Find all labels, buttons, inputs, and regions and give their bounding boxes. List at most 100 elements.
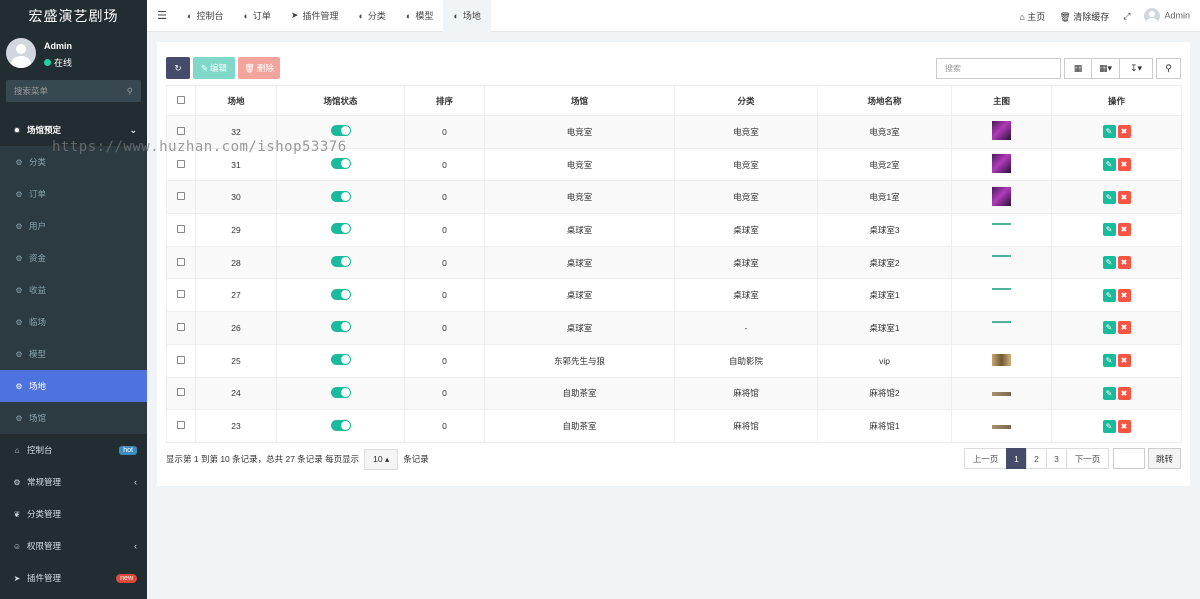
page-2-button[interactable]: 2 <box>1025 448 1047 469</box>
row-delete-button[interactable]: ✖ <box>1117 419 1131 433</box>
sidebar-item-1[interactable]: ⚙ 订单 <box>0 178 147 210</box>
status-toggle[interactable] <box>330 321 351 333</box>
tab-3[interactable]: ◐ 分类 <box>348 0 395 32</box>
row-edit-button[interactable]: ✎ <box>1102 386 1116 400</box>
row-checkbox[interactable] <box>177 421 185 430</box>
page-3-button[interactable]: 3 <box>1045 448 1067 469</box>
row-checkbox[interactable] <box>177 126 185 135</box>
refresh-button[interactable]: ↻ <box>166 57 190 79</box>
circle-icon: ⚙ <box>15 221 23 231</box>
sidebar-main-item-3[interactable]: ☺ 权限管理 ‹ <box>0 530 147 562</box>
home-link[interactable]: ⌂ 主页 <box>1019 10 1045 23</box>
thumbnail-image[interactable] <box>992 288 1011 291</box>
row-edit-button[interactable]: ✎ <box>1102 125 1116 139</box>
advanced-search-button[interactable]: ⚲ <box>1156 58 1181 79</box>
row-checkbox[interactable] <box>177 257 185 266</box>
status-toggle[interactable] <box>330 190 351 202</box>
thumbnail-image[interactable] <box>992 222 1011 225</box>
sidebar-item-4[interactable]: ⚙ 收益 <box>0 274 147 306</box>
tab-1[interactable]: ◐ 订单 <box>233 0 280 32</box>
status-toggle[interactable] <box>330 354 351 366</box>
tab-2[interactable]: ➤ 插件管理 <box>281 0 349 32</box>
status-toggle[interactable] <box>330 288 351 300</box>
edit-button[interactable]: ✎ 编辑 <box>193 57 235 79</box>
toggle-view-button[interactable]: ▦ <box>1064 58 1092 79</box>
jump-page-input[interactable] <box>1112 448 1145 469</box>
sidebar-main-item-1[interactable]: ⚙ 常规管理 ‹ <box>0 466 147 498</box>
sidebar-item-7[interactable]: ⚙ 场地 <box>0 370 147 402</box>
sidebar-item-5[interactable]: ⚙ 临场 <box>0 306 147 338</box>
thumbnail-image[interactable] <box>992 154 1011 174</box>
tab-label: 控制台 <box>196 11 224 21</box>
row-edit-button[interactable]: ✎ <box>1102 354 1116 368</box>
row-checkbox[interactable] <box>177 355 185 364</box>
status-toggle[interactable] <box>330 158 351 170</box>
venue-cell: 桌球室 <box>484 278 675 313</box>
status-toggle[interactable] <box>330 419 351 431</box>
status-toggle[interactable] <box>330 223 351 235</box>
sidebar-main-item-2[interactable]: ❦ 分类管理 <box>0 498 147 530</box>
venue-name-cell: 电竞1室 <box>817 180 952 215</box>
sidebar-main-item-0[interactable]: ⌂ 控制台 hot <box>0 434 147 466</box>
row-delete-button[interactable]: ✖ <box>1117 386 1131 400</box>
page-size-select[interactable]: 10 ▴ <box>364 448 399 470</box>
sidebar-search-input[interactable]: 搜索菜单 ⚲ <box>6 80 141 102</box>
thumbnail-image[interactable] <box>992 121 1011 141</box>
tab-0[interactable]: ◐ 控制台 <box>177 0 233 32</box>
thumbnail-image[interactable] <box>992 255 1011 258</box>
jump-button[interactable]: 跳转 <box>1147 448 1181 469</box>
fullscreen-icon[interactable]: ⤢ <box>1123 11 1130 22</box>
row-delete-button[interactable]: ✖ <box>1117 223 1131 237</box>
row-checkbox[interactable] <box>177 290 185 299</box>
row-checkbox[interactable] <box>177 159 185 168</box>
thumbnail-image[interactable] <box>992 425 1011 430</box>
delete-button[interactable]: 🗑 删除 <box>238 57 280 79</box>
thumbnail-image[interactable] <box>992 186 1011 206</box>
sidebar-item-3[interactable]: ⚙ 资金 <box>0 242 147 274</box>
sidebar-item-2[interactable]: ⚙ 用户 <box>0 210 147 242</box>
sort-cell: 0 <box>404 376 485 411</box>
tab-5[interactable]: ◐ 场地 <box>443 0 491 32</box>
row-checkbox[interactable] <box>177 192 185 201</box>
search-icon[interactable]: ⚲ <box>127 86 133 97</box>
row-checkbox[interactable] <box>177 388 185 397</box>
row-edit-button[interactable]: ✎ <box>1102 158 1116 172</box>
row-edit-button[interactable]: ✎ <box>1102 190 1116 204</box>
row-edit-button[interactable]: ✎ <box>1102 288 1116 302</box>
row-edit-button[interactable]: ✎ <box>1102 419 1116 433</box>
status-toggle[interactable] <box>330 386 351 398</box>
brand-logo[interactable]: 宏盛演艺剧场 <box>0 0 147 32</box>
export-button[interactable]: ↧▾ <box>1119 58 1153 79</box>
sidebar-main-item-4[interactable]: ➤ 插件管理 new <box>0 562 147 594</box>
row-delete-button[interactable]: ✖ <box>1117 321 1131 335</box>
top-nav: ☰ ◐ 控制台 ◐ 订单 ➤ 插件管理 ◐ 分类 ◐ 模型 ◐ 场地 ⌂ 主页 🗑 清除缓存 ⤢ Ad… <box>147 0 1200 32</box>
columns-button[interactable]: ▦▾ <box>1091 58 1120 79</box>
sidebar-toggle-button[interactable]: ☰ <box>147 0 177 32</box>
row-checkbox[interactable] <box>177 322 185 331</box>
thumbnail-image[interactable] <box>992 320 1011 323</box>
thumbnail-image[interactable] <box>992 392 1011 397</box>
sidebar-item-8[interactable]: ⚙ 场馆 <box>0 402 147 434</box>
row-delete-button[interactable]: ✖ <box>1117 288 1131 302</box>
page-1-button[interactable]: 1 <box>1005 448 1027 469</box>
row-checkbox[interactable] <box>177 224 185 233</box>
row-delete-button[interactable]: ✖ <box>1117 354 1131 368</box>
select-all-checkbox[interactable] <box>177 95 185 104</box>
status-toggle[interactable] <box>330 256 351 268</box>
admin-menu[interactable]: Admin <box>1144 8 1190 24</box>
row-delete-button[interactable]: ✖ <box>1117 256 1131 270</box>
clear-cache-button[interactable]: 🗑 清除缓存 <box>1059 10 1109 23</box>
sidebar-item-6[interactable]: ⚙ 模型 <box>0 338 147 370</box>
row-delete-button[interactable]: ✖ <box>1117 158 1131 172</box>
table-search-input[interactable]: 搜索 <box>936 58 1061 79</box>
status-toggle[interactable] <box>330 125 351 137</box>
row-edit-button[interactable]: ✎ <box>1102 223 1116 237</box>
prev-page-button[interactable]: 上一页 <box>963 448 1007 469</box>
row-delete-button[interactable]: ✖ <box>1117 190 1131 204</box>
tab-4[interactable]: ◐ 模型 <box>396 0 443 32</box>
row-edit-button[interactable]: ✎ <box>1102 256 1116 270</box>
thumbnail-image[interactable] <box>992 353 1011 366</box>
next-page-button[interactable]: 下一页 <box>1065 448 1109 469</box>
row-edit-button[interactable]: ✎ <box>1102 321 1116 335</box>
row-delete-button[interactable]: ✖ <box>1117 125 1131 139</box>
